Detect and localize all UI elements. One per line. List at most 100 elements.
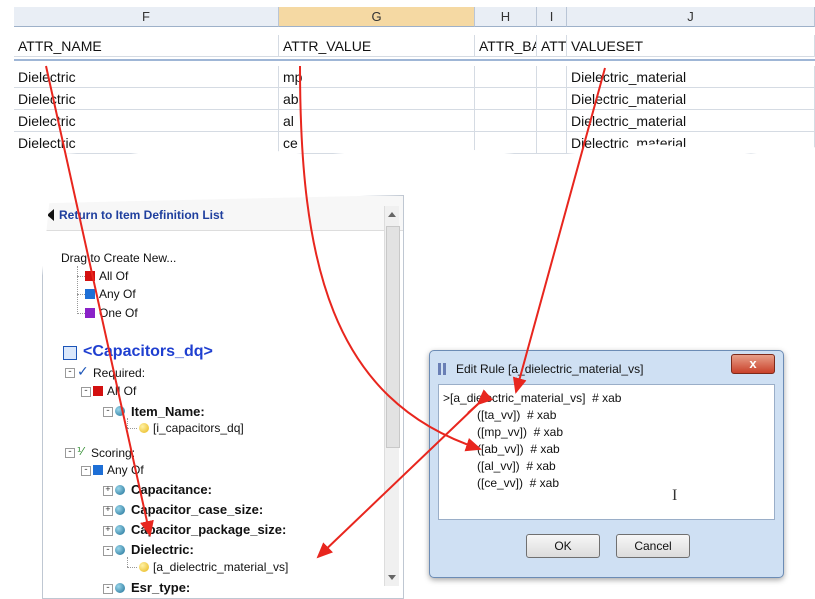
dialog-title: Edit Rule [a_dielectric_material_vs] <box>456 362 644 376</box>
header-cell-attr[interactable]: ATTR <box>537 35 567 57</box>
table-cell[interactable]: Dielectric_material <box>567 110 815 132</box>
collapse-icon[interactable]: - <box>65 368 75 378</box>
new-all-of[interactable]: All Of <box>99 269 128 283</box>
panel-header: Return to Item Definition List <box>43 196 403 231</box>
column-header-g[interactable]: G <box>279 7 475 27</box>
header-cell-attr-name[interactable]: ATTR_NAME <box>14 35 279 57</box>
scroll-up-icon[interactable] <box>388 212 396 217</box>
value-icon <box>139 423 149 433</box>
collapse-icon[interactable]: - <box>65 448 75 458</box>
rule-line: ([ce_vv]) # xab <box>477 476 560 490</box>
text-cursor-icon: I <box>672 487 678 504</box>
table-cell[interactable]: Dielectric <box>14 88 279 110</box>
dielectric-node[interactable]: Dielectric: <box>131 542 194 557</box>
table-cell[interactable] <box>537 132 567 154</box>
attribute-icon <box>115 505 125 515</box>
column-header-j[interactable]: J <box>567 7 815 27</box>
tree-root-label[interactable]: <Capacitors_dq> <box>83 343 213 361</box>
all-of-icon[interactable] <box>85 271 95 281</box>
tree-line <box>77 266 78 314</box>
required-all-of[interactable]: All Of <box>107 384 136 398</box>
one-of-icon[interactable] <box>85 308 95 318</box>
capacitance-node[interactable]: Capacitance: <box>131 482 212 497</box>
any-of-icon[interactable] <box>85 289 95 299</box>
scoring-any-of[interactable]: Any Of <box>107 463 144 477</box>
new-one-of[interactable]: One Of <box>99 306 138 320</box>
header-cell-attr-ba[interactable]: ATTR_BA <box>475 35 537 57</box>
any-of-icon <box>93 465 103 475</box>
frozen-row-divider <box>14 59 815 61</box>
collapse-icon[interactable]: - <box>103 407 113 417</box>
column-header-i[interactable]: I <box>537 7 567 27</box>
expand-icon[interactable]: + <box>103 506 113 516</box>
value-icon <box>139 562 149 572</box>
collapse-icon[interactable]: - <box>81 387 91 397</box>
table-cell[interactable] <box>537 66 567 88</box>
table-cell[interactable]: Dielectric <box>14 110 279 132</box>
package-size-node[interactable]: Capacitor_package_size: <box>131 522 286 537</box>
spreadsheet: F G H I J ATTR_NAME ATTR_VALUE ATTR_BA A… <box>14 0 815 157</box>
table-cell[interactable]: Dielectric_material <box>567 66 815 88</box>
all-of-icon <box>93 386 103 396</box>
column-header-f[interactable]: F <box>14 7 279 27</box>
tree-line <box>77 276 85 277</box>
collapse-icon[interactable]: - <box>103 546 113 556</box>
back-arrow-icon[interactable] <box>47 209 54 221</box>
tree-line <box>127 557 128 567</box>
rule-line: ([mp_vv]) # xab <box>477 425 564 439</box>
item-name-node[interactable]: Item_Name: <box>131 404 205 419</box>
table-cell[interactable] <box>475 66 537 88</box>
attribute-icon <box>115 583 125 593</box>
rule-line: ([ta_vv]) # xab <box>477 408 557 422</box>
required-label[interactable]: Required: <box>93 366 145 380</box>
rule-icon <box>438 363 450 375</box>
dielectric-value[interactable]: [a_dielectric_material_vs] <box>153 560 288 574</box>
scroll-thumb[interactable] <box>386 226 400 448</box>
tree-line <box>77 294 85 295</box>
collapse-icon[interactable]: - <box>81 466 91 476</box>
attribute-icon <box>115 545 125 555</box>
drag-hint-label: Drag to Create New... <box>61 251 177 265</box>
table-cell[interactable]: Dielectric <box>14 132 279 154</box>
rule-text-area[interactable]: >[a_dielectric_material_vs] # xab ([ta_v… <box>438 384 775 520</box>
table-cell[interactable] <box>475 110 537 132</box>
column-header-h[interactable]: H <box>475 7 537 27</box>
table-cell[interactable] <box>475 88 537 110</box>
table-cell[interactable]: mp <box>279 66 475 88</box>
check-icon: ✓ <box>77 364 89 380</box>
table-cell[interactable]: Dielectric <box>14 66 279 88</box>
item-name-value[interactable]: [i_capacitors_dq] <box>153 421 244 435</box>
table-cell[interactable] <box>475 132 537 154</box>
scoring-icon: ⅟ <box>77 445 84 458</box>
new-any-of[interactable]: Any Of <box>99 287 136 301</box>
rule-line: ([ab_vv]) # xab <box>477 442 560 456</box>
collapse-icon[interactable]: - <box>103 584 113 594</box>
vertical-scrollbar[interactable] <box>384 206 400 586</box>
scroll-down-icon[interactable] <box>388 575 396 580</box>
ok-button[interactable]: OK <box>526 534 600 558</box>
table-cell[interactable]: Dielectric_material <box>567 132 815 154</box>
esr-type-node[interactable]: Esr_type: <box>131 580 190 595</box>
table-cell[interactable] <box>537 88 567 110</box>
attribute-icon <box>115 406 125 416</box>
table-cell[interactable]: Dielectric_material <box>567 88 815 110</box>
table-cell[interactable]: ce <box>279 132 475 154</box>
tree-line <box>127 567 137 568</box>
cancel-button[interactable]: Cancel <box>616 534 690 558</box>
attribute-icon <box>115 485 125 495</box>
expand-icon[interactable]: + <box>103 486 113 496</box>
close-button[interactable]: x <box>731 354 775 374</box>
table-cell[interactable]: ab <box>279 88 475 110</box>
tree-line <box>77 313 85 314</box>
tree-line <box>127 428 137 429</box>
expand-icon[interactable]: + <box>103 526 113 536</box>
table-cell[interactable]: al <box>279 110 475 132</box>
case-size-node[interactable]: Capacitor_case_size: <box>131 502 263 517</box>
attribute-icon <box>115 525 125 535</box>
header-cell-attr-value[interactable]: ATTR_VALUE <box>279 35 475 57</box>
return-to-list-link[interactable]: Return to Item Definition List <box>59 208 224 222</box>
header-cell-valueset[interactable]: VALUESET <box>567 35 815 57</box>
table-cell[interactable] <box>537 110 567 132</box>
rule-line: ([al_vv]) # xab <box>477 459 556 473</box>
scoring-label[interactable]: Scoring: <box>91 446 135 460</box>
